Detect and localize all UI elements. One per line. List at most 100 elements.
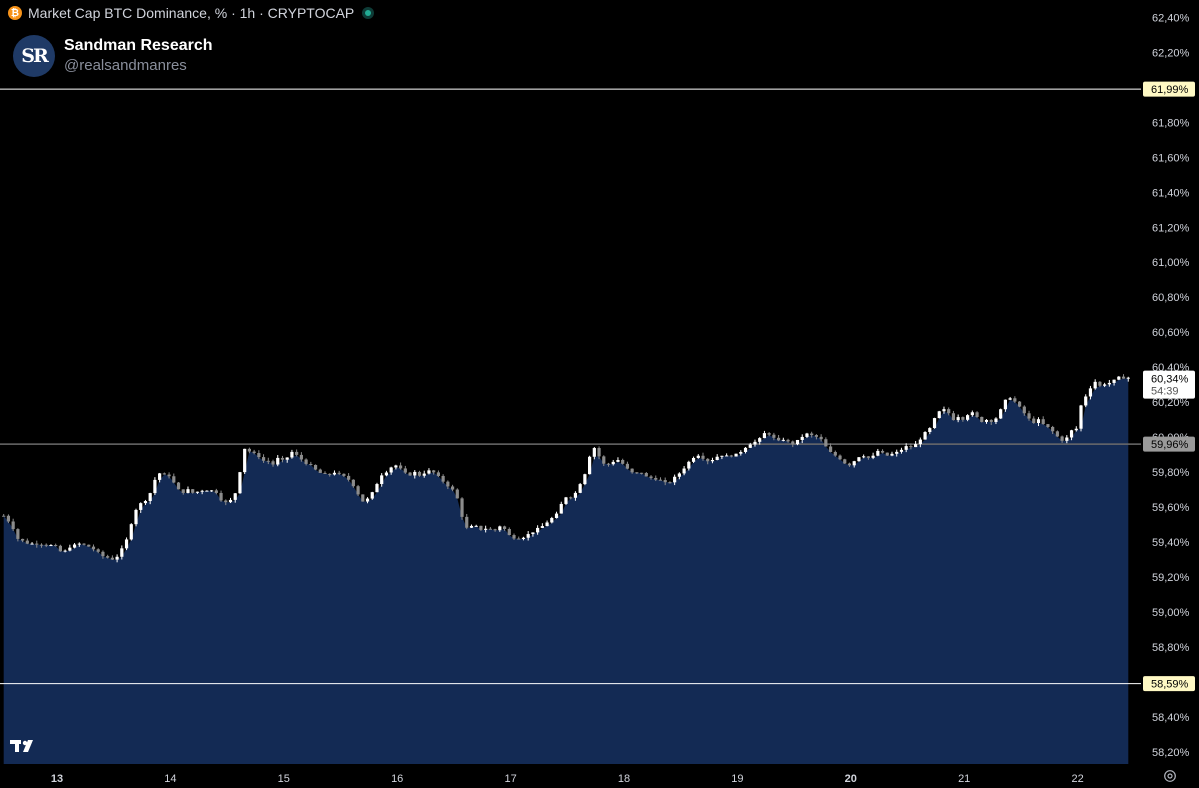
candle-body bbox=[554, 513, 559, 519]
candle-body bbox=[408, 472, 412, 476]
candle-body bbox=[805, 433, 809, 437]
candle-body bbox=[521, 537, 526, 539]
price-tick-label: 60,80% bbox=[1152, 292, 1190, 304]
candle-body bbox=[16, 529, 20, 539]
candle-body bbox=[124, 539, 129, 549]
candle-body bbox=[1093, 381, 1097, 389]
candle-body bbox=[1060, 436, 1064, 441]
candle-body bbox=[313, 464, 318, 470]
candle-body bbox=[181, 489, 185, 493]
candle-body bbox=[337, 472, 341, 474]
tradingview-logo-icon[interactable] bbox=[10, 738, 40, 754]
candle-body bbox=[824, 439, 828, 447]
candle-body bbox=[658, 479, 663, 481]
candle-body bbox=[791, 441, 795, 445]
candle-body bbox=[295, 451, 299, 455]
current-price-label[interactable]: 60,34%54:39 bbox=[1143, 370, 1195, 399]
candle-body bbox=[606, 463, 611, 465]
candle-body bbox=[35, 543, 39, 545]
candle-body bbox=[101, 551, 105, 557]
candle-body bbox=[828, 446, 833, 452]
price-tick-label: 59,80% bbox=[1152, 467, 1190, 479]
candle-body bbox=[550, 518, 554, 523]
candle-body bbox=[691, 457, 696, 462]
candle-body bbox=[450, 486, 455, 490]
candle-body bbox=[743, 447, 748, 452]
candle-body bbox=[564, 497, 568, 504]
candle-body bbox=[767, 433, 771, 435]
candle-body bbox=[172, 476, 176, 483]
brand-block: SR Sandman Research @realsandmanres bbox=[13, 35, 213, 77]
candle-body bbox=[134, 509, 138, 525]
level-label-upper[interactable]: 61,99% bbox=[1143, 81, 1195, 97]
candle-body bbox=[63, 550, 67, 552]
time-tick-label: 17 bbox=[504, 773, 516, 785]
price-chart[interactable]: 62,40%62,20%62,00%61,80%61,60%61,40%61,2… bbox=[0, 0, 1199, 788]
candle-body bbox=[158, 473, 162, 480]
candle-body bbox=[621, 459, 625, 464]
candle-body bbox=[375, 484, 379, 493]
candle-body bbox=[725, 455, 729, 457]
candle-body bbox=[91, 546, 96, 550]
candle-body bbox=[989, 419, 993, 422]
candle-body bbox=[710, 459, 715, 462]
candle-body bbox=[77, 543, 81, 545]
candle-body bbox=[1051, 426, 1055, 432]
candle-body bbox=[106, 556, 110, 558]
candle-body bbox=[673, 476, 677, 483]
candle-body bbox=[417, 471, 422, 476]
candle-body bbox=[602, 456, 606, 464]
candle-body bbox=[932, 418, 937, 429]
candle-body bbox=[871, 455, 875, 458]
candle-body bbox=[266, 460, 270, 462]
candle-body bbox=[479, 525, 483, 530]
candle-body bbox=[271, 461, 275, 465]
candle-body bbox=[247, 448, 252, 452]
candle-body bbox=[347, 475, 351, 480]
time-axis[interactable]: 13 14 15 16 17 18 19 20 21 22 bbox=[0, 764, 1199, 788]
candle-body bbox=[909, 446, 913, 448]
price-tick-label: 61,80% bbox=[1152, 117, 1190, 129]
candle-body bbox=[351, 479, 355, 487]
price-tick-label: 61,00% bbox=[1152, 257, 1190, 269]
candle-body bbox=[210, 490, 214, 492]
candle-body bbox=[365, 498, 370, 502]
candle-body bbox=[956, 417, 960, 421]
candle-body bbox=[1126, 377, 1130, 379]
price-tick-label: 62,20% bbox=[1152, 47, 1190, 59]
candle-body bbox=[176, 482, 181, 490]
candle-body bbox=[54, 545, 58, 547]
reference-level-label[interactable]: 59,96% bbox=[1143, 436, 1195, 452]
candle-body bbox=[961, 417, 965, 420]
svg-text:59,96%: 59,96% bbox=[1151, 439, 1189, 451]
candle-body bbox=[729, 455, 733, 457]
candle-body bbox=[1027, 413, 1031, 419]
candle-body bbox=[918, 439, 922, 445]
candle-body bbox=[1032, 418, 1036, 423]
candle-body bbox=[616, 459, 620, 462]
price-tick-label: 60,20% bbox=[1152, 397, 1190, 409]
candle-body bbox=[942, 409, 946, 412]
candle-body bbox=[739, 451, 743, 454]
candle-body bbox=[876, 450, 880, 456]
candle-body bbox=[970, 412, 974, 416]
settings-gear-icon[interactable] bbox=[1163, 769, 1177, 783]
candle-body bbox=[129, 524, 133, 540]
candle-body bbox=[153, 479, 157, 494]
candle-body bbox=[455, 489, 459, 499]
level-label-lower[interactable]: 58,59% bbox=[1143, 676, 1195, 692]
candle-body bbox=[758, 438, 762, 442]
candle-body bbox=[39, 544, 44, 546]
candle-body bbox=[696, 455, 700, 458]
candle-body bbox=[49, 545, 53, 547]
candle-body bbox=[219, 492, 223, 501]
time-tick-label: 15 bbox=[278, 773, 290, 785]
candle-body bbox=[951, 413, 956, 421]
candle-body bbox=[195, 491, 200, 493]
candle-body bbox=[110, 557, 114, 560]
chart-header[interactable]: ₿ Market Cap BTC Dominance, % · 1h · CRY… bbox=[8, 4, 375, 22]
candle-body bbox=[299, 454, 303, 460]
candle-body bbox=[96, 549, 100, 552]
candle-body bbox=[257, 453, 261, 458]
candle-body bbox=[536, 527, 540, 533]
